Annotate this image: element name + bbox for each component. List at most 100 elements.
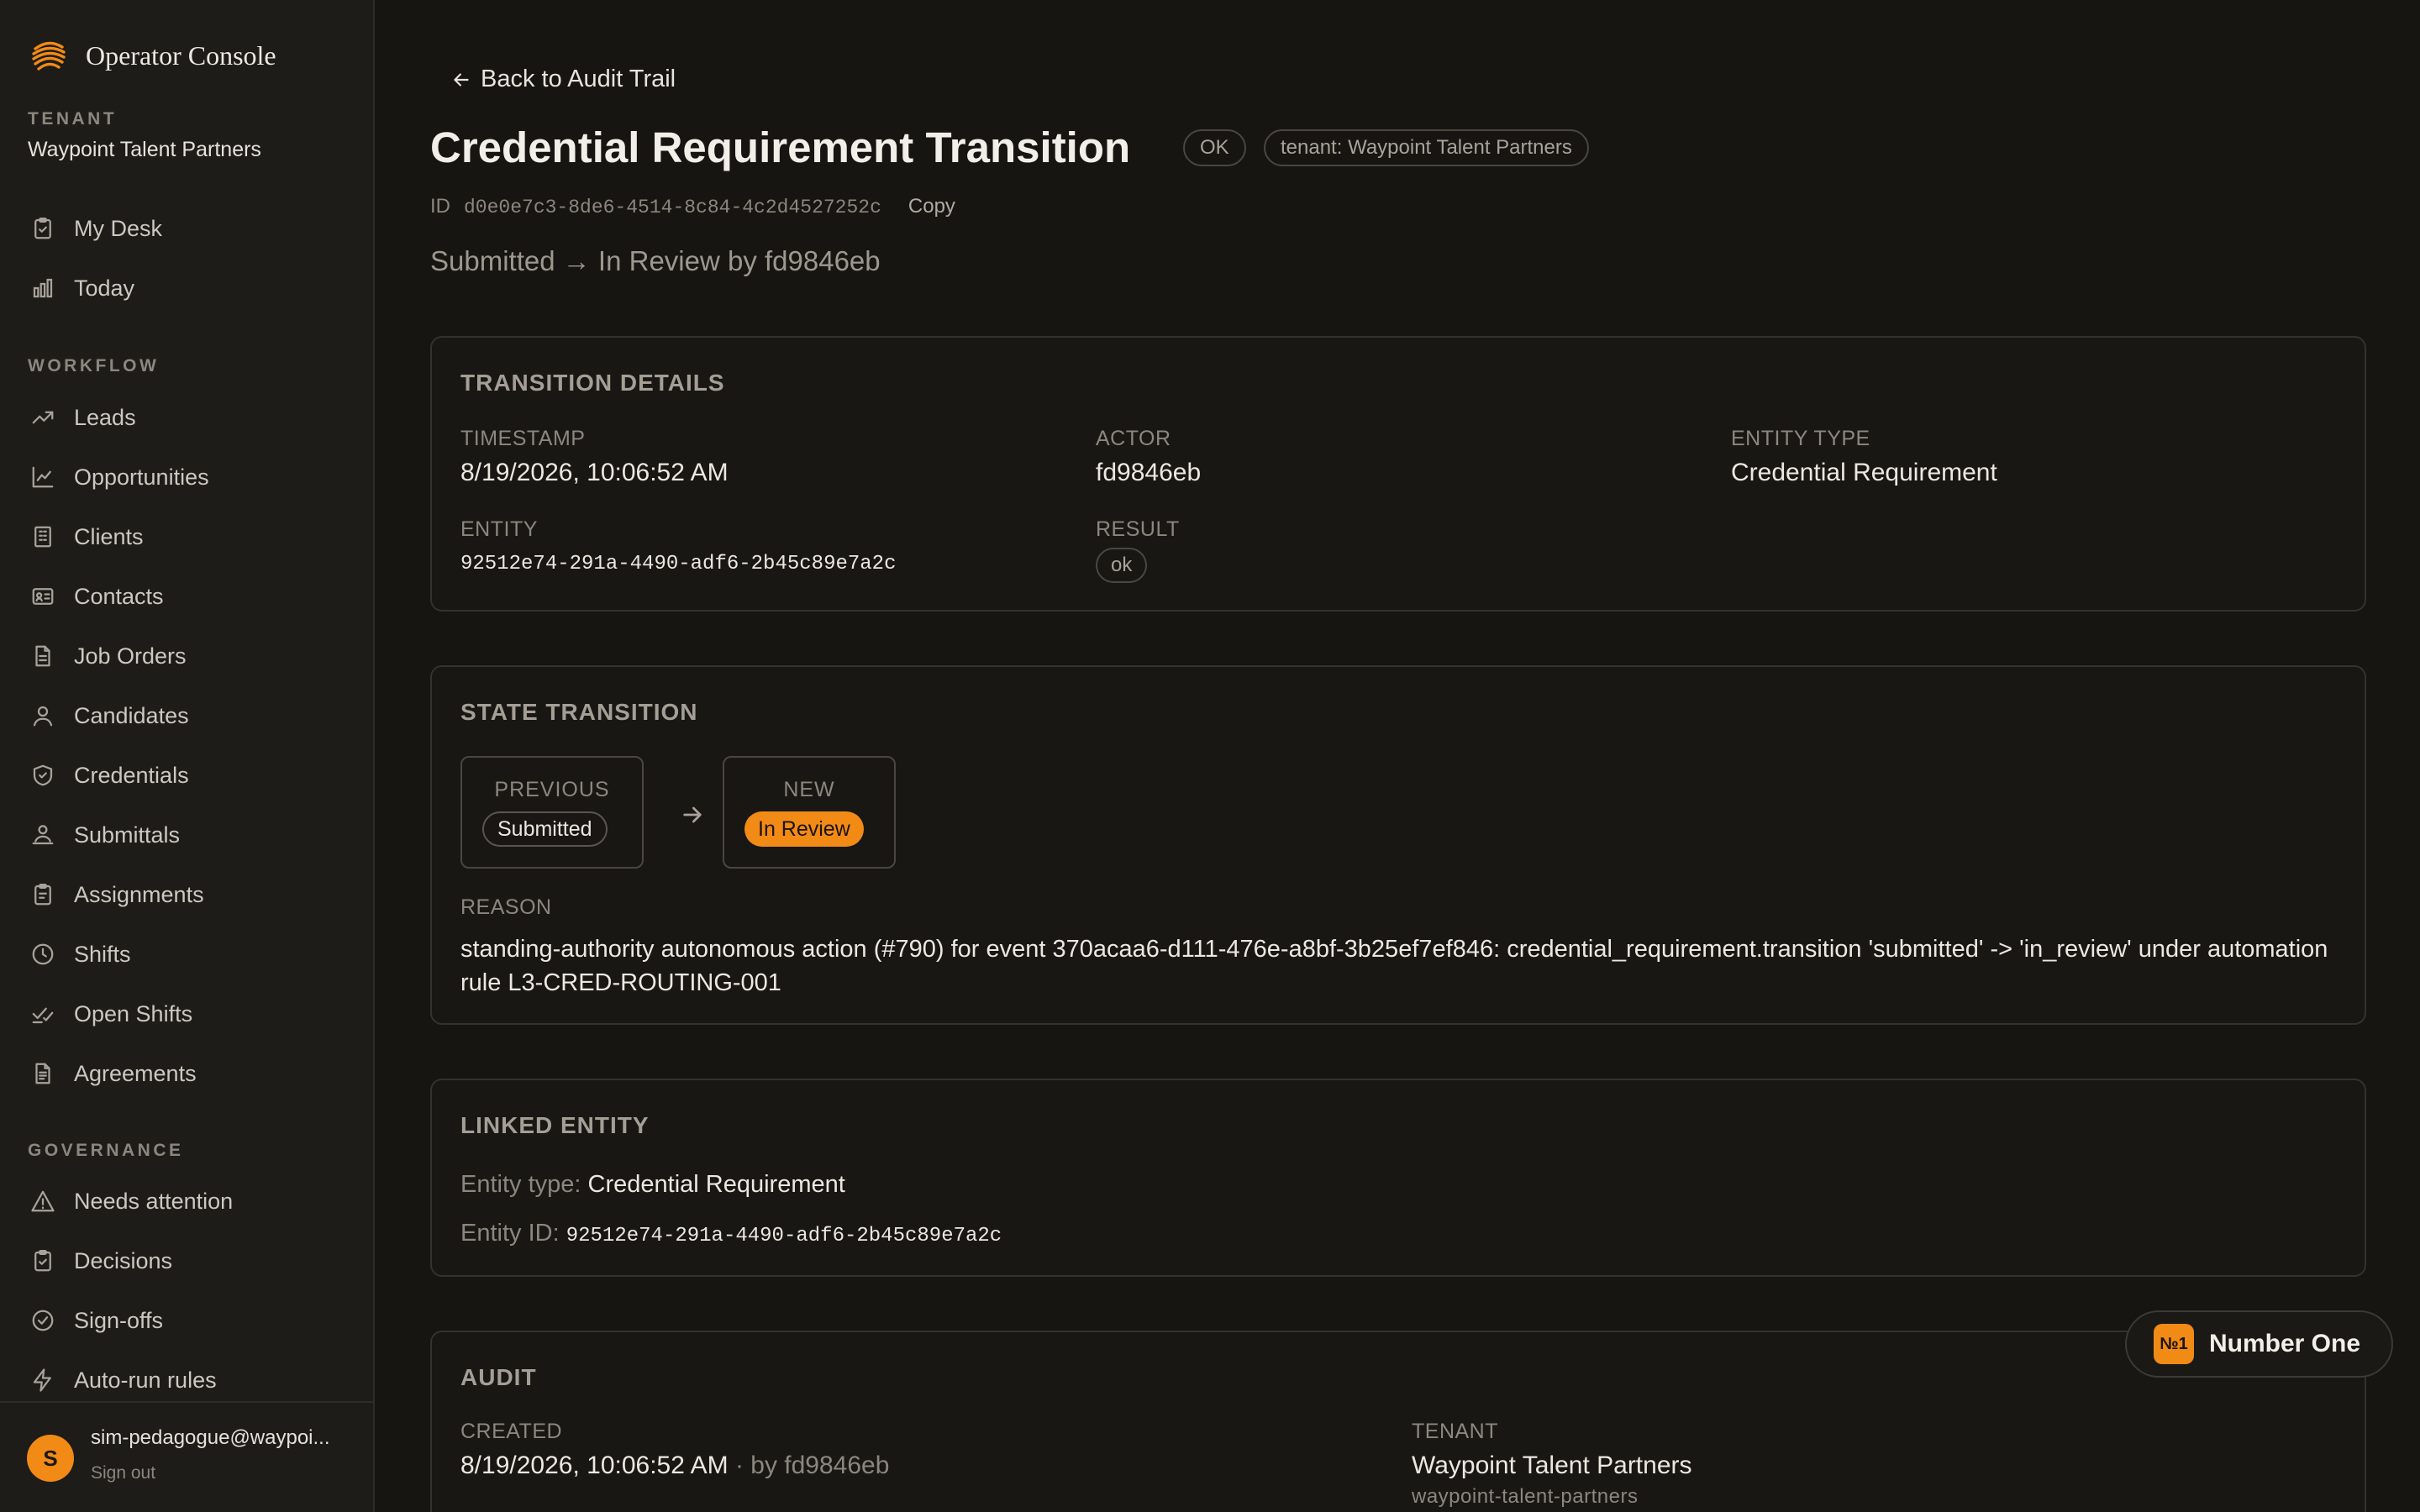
card-title: AUDIT [460,1364,537,1390]
sidebar-item-sign-offs[interactable]: Sign-offs [30,1302,163,1339]
timestamp-label: TIMESTAMP [460,427,586,450]
result-badge: ok [1096,548,1148,583]
page-title: Credential Requirement Transition [430,123,1131,171]
copy-id-button[interactable]: Copy [908,195,955,218]
sidebar-item-assignments[interactable]: Assignments [30,876,204,913]
sidebar-item-label: Sign-offs [74,1307,164,1333]
sidebar: Operator Console TENANT Waypoint Talent … [0,0,375,1512]
reason-label: REASON [460,895,552,919]
sidebar-item-shifts[interactable]: Shifts [30,936,131,973]
user-email: sim-pedagogue@waypoi... [91,1426,330,1449]
nav-section-governance: GOVERNANCE [28,1141,184,1160]
user-handoff-icon [32,825,54,845]
clipboard-check-icon [34,884,51,906]
sidebar-item-submittals[interactable]: Submittals [30,816,180,853]
trending-up-icon [32,411,54,424]
sidebar-item-contacts[interactable]: Contacts [30,578,164,615]
number-one-icon: №1 [2154,1324,2194,1364]
sidebar-item-label: Credentials [74,762,189,788]
tenant-name[interactable]: Waypoint Talent Partners [28,138,261,162]
sidebar-item-credentials[interactable]: Credentials [30,757,189,794]
sidebar-item-label: Leads [74,404,136,430]
sidebar-item-label: Contacts [74,583,164,609]
sidebar-item-needs-attention[interactable]: Needs attention [30,1183,233,1220]
sign-out-link[interactable]: Sign out [91,1463,155,1483]
audit-card: AUDIT CREATED 8/19/2026, 10:06:52 AM · b… [430,1331,2366,1512]
arrow-right-icon [683,806,702,823]
check-circle-icon [32,1310,54,1331]
record-id: d0e0e7c3-8de6-4514-8c84-4c2d4527252c [464,197,881,218]
sidebar-item-candidates[interactable]: Candidates [30,697,189,734]
audit-tenant-value: Waypoint Talent Partners [1412,1452,1692,1479]
line-chart-icon [32,466,54,488]
reason-text: standing-authority autonomous action (#7… [460,936,2328,996]
sidebar-item-label: Auto-run rules [74,1367,217,1393]
created-label: CREATED [460,1420,563,1443]
back-to-audit-trail-link[interactable]: Back to Audit Trail [450,66,676,93]
number-one-badge[interactable]: №1 Number One [2125,1310,2393,1378]
sidebar-item-opportunities[interactable]: Opportunities [30,459,209,496]
sidebar-item-today[interactable]: Today [30,270,134,307]
result-label: RESULT [1096,517,1180,541]
entity-value: 92512e74-291a-4490-adf6-2b45c89e7a2c [460,553,897,575]
linked-entity-id-row: Entity ID: 92512e74-291a-4490-adf6-2b45c… [460,1220,1002,1247]
sidebar-item-job-orders[interactable]: Job Orders [30,638,187,675]
new-state-chip: In Review [744,811,864,847]
sidebar-item-label: Agreements [74,1060,197,1086]
sidebar-item-decisions[interactable]: Decisions [30,1242,172,1279]
sidebar-item-leads[interactable]: Leads [30,399,136,436]
sidebar-item-auto-run-rules[interactable]: Auto-run rules [30,1362,217,1399]
number-one-label: Number One [2209,1330,2361,1357]
sidebar-item-label: Job Orders [74,643,187,669]
sidebar-item-open-shifts[interactable]: Open Shifts [30,995,192,1032]
created-row: 8/19/2026, 10:06:52 AM · by fd9846eb [460,1452,889,1480]
entity-type-label: ENTITY TYPE [1731,427,1870,450]
check-slash-icon [32,1007,54,1024]
sidebar-item-label: Decisions [74,1247,173,1273]
user-footer: S sim-pedagogue@waypoi... Sign out [0,1401,373,1512]
sidebar-item-agreements[interactable]: Agreements [30,1055,197,1092]
audit-tenant-label: TENANT [1412,1420,1498,1443]
state-transition-card: STATE TRANSITION PREVIOUS Submitted NEW … [430,665,2366,1025]
status-badge: OK [1183,129,1246,166]
tenant-badge: tenant: Waypoint Talent Partners [1264,129,1589,166]
sidebar-item-label: Assignments [74,881,204,907]
actor-label: ACTOR [1096,427,1171,450]
clipboard-icon [34,1250,51,1272]
id-label: ID [430,195,450,218]
document-text-icon [35,1063,50,1084]
sidebar-item-label: Submittals [74,822,181,848]
brand-logo-icon [32,41,66,71]
sidebar-item-my-desk[interactable]: My Desk [30,210,162,247]
previous-state-box: PREVIOUS Submitted [460,756,644,869]
sidebar-item-clients[interactable]: Clients [30,518,144,555]
document-icon [35,645,50,667]
linked-entity-card: LINKED ENTITY Entity type: Credential Re… [430,1079,2366,1277]
sidebar-item-label: Shifts [74,941,131,967]
record-id-row: ID d0e0e7c3-8de6-4514-8c84-4c2d4527252c … [430,195,955,218]
actor-value: fd9846eb [1096,459,1202,486]
arrow-left-icon [454,72,469,87]
sidebar-item-label: Needs attention [74,1188,234,1214]
entity-label: ENTITY [460,517,538,541]
timestamp-value: 8/19/2026, 10:06:52 AM [460,459,729,486]
bar-chart-icon [33,278,53,298]
brand[interactable]: Operator Console [30,37,276,74]
previous-state-chip: Submitted [482,811,608,847]
previous-state-label: PREVIOUS [494,778,610,801]
sidebar-item-label: Today [74,275,135,301]
transition-summary: Submitted → In Review by fd9846eb [430,245,881,276]
avatar[interactable]: S [27,1435,74,1482]
app-root: Operator Console TENANT Waypoint Talent … [0,0,2420,1512]
new-state-box: NEW In Review [723,756,896,869]
main-content: Back to Audit Trail Credential Requireme… [375,0,2420,1512]
card-title: STATE TRANSITION [460,699,698,725]
brand-name: Operator Console [86,39,276,71]
linked-entity-type-value[interactable]: Credential Requirement [588,1171,845,1198]
entity-type-value: Credential Requirement [1731,459,1997,486]
shield-icon [33,764,53,786]
linked-entity-id-value[interactable]: 92512e74-291a-4490-adf6-2b45c89e7a2c [566,1225,1002,1247]
back-link-label: Back to Audit Trail [481,66,676,92]
nav-section-workflow: WORKFLOW [28,356,160,375]
sidebar-item-label: Clients [74,523,144,549]
